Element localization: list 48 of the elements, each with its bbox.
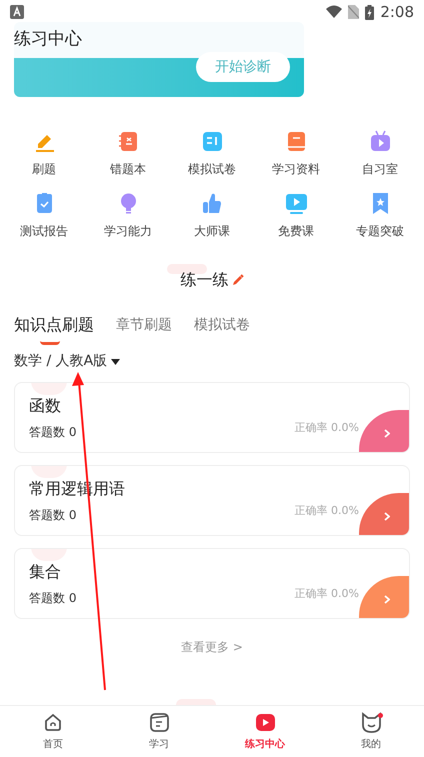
chevron-right-icon [384,512,390,520]
accuracy-rate: 正确率 0.0% [294,586,359,602]
play-icon [254,711,276,734]
book-icon [148,711,170,734]
pencil-icon [232,274,244,286]
cat-face-icon [360,711,382,734]
wifi-icon [326,5,342,19]
play-screen-icon [284,191,308,216]
shortcut-item[interactable]: 专题突破 [338,191,422,240]
shortcut-item[interactable]: 测试报告 [2,191,86,240]
nav-tab[interactable]: 首页 [0,706,106,757]
topic-card[interactable]: 集合 答题数 0 正确率 0.0% [14,548,410,619]
shortcut-item[interactable]: 错题本 [86,129,170,178]
chevron-right-icon [384,428,390,438]
tab[interactable]: 模拟试卷 [194,310,250,340]
topic-card[interactable]: 函数 答题数 0 正确率 0.0% [14,382,410,453]
section-title: 练一练 [180,269,228,291]
subject-dropdown[interactable]: 数学 / 人教A版 [14,351,120,372]
shortcut-item[interactable]: 学习能力 [86,191,170,240]
answer-count: 答题数 0 [29,424,76,441]
nav-tab[interactable]: 学习 [106,706,212,757]
app-notification-icon [10,5,24,19]
banner-title: 练习中心 [14,28,82,52]
go-button[interactable] [359,576,409,618]
shortcut-item[interactable]: 学习资料 [254,129,338,178]
answer-count: 答题数 0 [29,590,76,607]
accuracy-rate: 正确率 0.0% [294,420,359,436]
tab-underline [40,341,60,345]
accuracy-rate: 正确率 0.0% [294,502,359,518]
shortcut-item[interactable]: 刷题 [2,129,86,178]
tab[interactable]: 章节刷题 [116,310,172,340]
status-time: 2:08 [380,2,414,23]
nav-tab[interactable]: 练习中心 [212,706,318,757]
shortcut-item[interactable]: 免费课 [254,191,338,240]
chevron-right-icon [384,594,390,604]
go-button[interactable] [359,410,409,452]
nav-tab[interactable]: 我的 [318,706,424,757]
dropdown-arrow-icon [111,358,120,364]
answer-count: 答题数 0 [29,507,76,524]
shortcut-item[interactable]: 模拟试卷 [170,129,254,178]
tab[interactable]: 知识点刷题 [14,310,94,340]
go-button[interactable] [359,493,409,535]
topic-title: 集合 [29,561,61,583]
topic-title: 函数 [29,395,61,417]
shortcut-item[interactable]: 大师课 [170,191,254,240]
no-sim-icon [348,5,360,19]
shortcut-item[interactable]: 自习室 [338,129,422,178]
battery-charging-icon [365,4,374,20]
